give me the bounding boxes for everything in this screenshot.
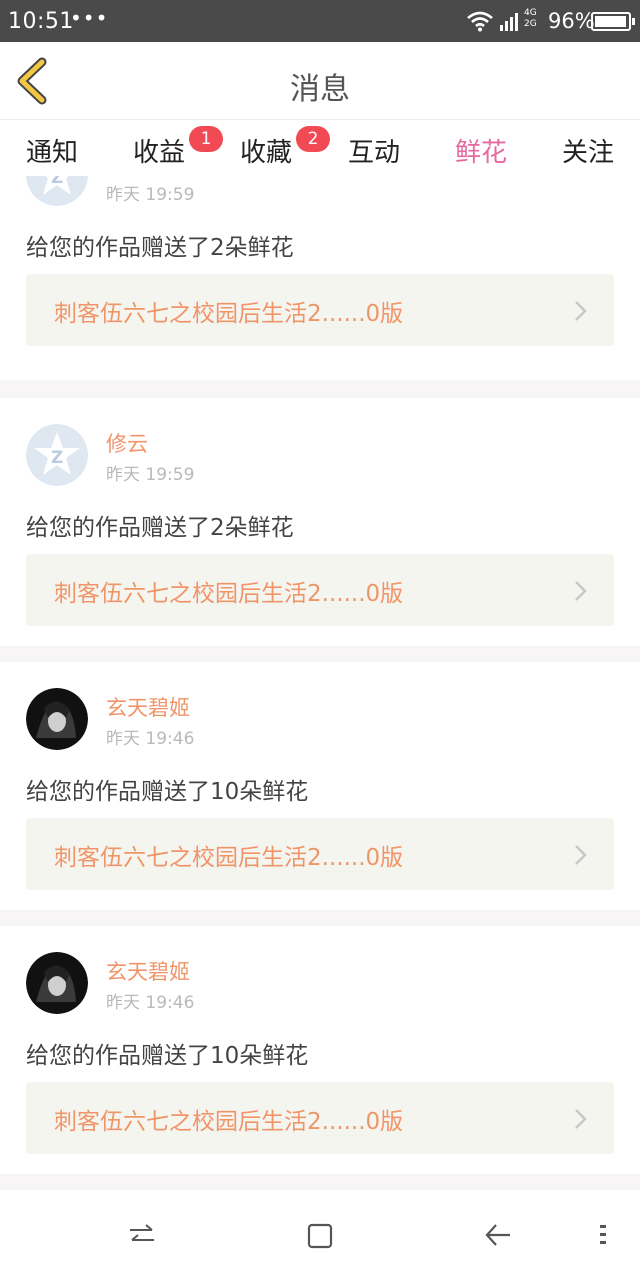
timestamp: 昨天 19:46: [106, 729, 195, 749]
list-item: Z 修云 昨天 19:59 给您的作品赠送了2朵鲜花 刺客伍六七之校园后生活2.…: [0, 398, 640, 646]
default-star-avatar-icon: Z: [26, 424, 88, 486]
dark-anime-avatar-icon: [26, 952, 88, 1014]
menu-icon[interactable]: [596, 1222, 610, 1248]
timestamp: 昨天 19:46: [106, 993, 195, 1013]
user-avatar[interactable]: [26, 952, 88, 1014]
work-link[interactable]: 刺客伍六七之校园后生活2......0版: [26, 1082, 614, 1154]
tab-flowers[interactable]: 鲜花: [455, 132, 507, 184]
work-title: 刺客伍六七之校园后生活2......0版: [54, 845, 404, 871]
list-item: Z 修云 昨天 19:59 给您的作品赠送了2朵鲜花 刺客伍六七之校园后生活2.…: [0, 176, 640, 380]
message-text: 给您的作品赠送了2朵鲜花: [26, 235, 294, 261]
home-square-icon[interactable]: [306, 1222, 334, 1250]
earnings-badge: 1: [189, 126, 224, 152]
tab-following[interactable]: 关注: [562, 132, 614, 169]
chevron-right-icon: [575, 581, 587, 601]
message-text: 给您的作品赠送了10朵鲜花: [26, 779, 309, 805]
back-nav-icon[interactable]: [484, 1222, 512, 1248]
status-bar: 10:51 ••• 4G 2G 96%: [0, 0, 640, 42]
switch-apps-icon[interactable]: [128, 1222, 156, 1248]
network-type: 4G 2G: [524, 8, 537, 29]
work-link[interactable]: 刺客伍六七之校园后生活2......0版: [26, 818, 614, 890]
user-avatar[interactable]: Z: [26, 424, 88, 486]
tab-earnings[interactable]: 收益 1: [133, 126, 224, 169]
username[interactable]: 玄天碧姬: [106, 956, 190, 986]
message-text: 给您的作品赠送了2朵鲜花: [26, 515, 294, 541]
tab-favorites[interactable]: 收藏 2: [240, 126, 331, 169]
favorites-badge: 2: [296, 126, 331, 152]
message-text: 给您的作品赠送了10朵鲜花: [26, 1043, 309, 1069]
wifi-icon: [467, 11, 493, 32]
chevron-right-icon: [575, 1109, 587, 1129]
username[interactable]: 修云: [106, 428, 148, 458]
work-title: 刺客伍六七之校园后生活2......0版: [54, 1109, 404, 1135]
tab-notifications[interactable]: 通知: [26, 132, 78, 169]
battery-icon: [591, 12, 635, 31]
page-title: 消息: [290, 72, 350, 107]
timestamp: 昨天 19:59: [106, 185, 195, 205]
default-star-avatar-icon: Z: [26, 176, 88, 206]
tab-bar: 通知 收益 1 收藏 2 互动 鲜花 关注: [0, 120, 640, 184]
notification-dots-icon: •••: [70, 6, 109, 30]
work-title: 刺客伍六七之校园后生活2......0版: [54, 301, 404, 327]
chevron-right-icon: [575, 845, 587, 865]
list-item: 玄天碧姬 昨天 19:46 给您的作品赠送了10朵鲜花 刺客伍六七之校园后生活2…: [0, 662, 640, 910]
battery-percent: 96%: [548, 9, 595, 33]
work-link[interactable]: 刺客伍六七之校园后生活2......0版: [26, 554, 614, 626]
list-item: 玄天碧姬 昨天 19:46 给您的作品赠送了10朵鲜花 刺客伍六七之校园后生活2…: [0, 926, 640, 1174]
system-nav-bar: [0, 1190, 640, 1280]
chevron-right-icon: [575, 301, 587, 321]
work-link[interactable]: 刺客伍六七之校园后生活2......0版: [26, 274, 614, 346]
user-avatar[interactable]: Z: [26, 176, 88, 206]
tab-interactions[interactable]: 互动: [348, 132, 400, 169]
header: 消息: [0, 42, 640, 120]
signal-icon: [500, 13, 518, 31]
work-title: 刺客伍六七之校园后生活2......0版: [54, 581, 404, 607]
flower-message-feed[interactable]: Z 修云 昨天 19:59 给您的作品赠送了2朵鲜花 刺客伍六七之校园后生活2.…: [0, 176, 640, 1190]
svg-text:Z: Z: [51, 448, 63, 468]
username[interactable]: 玄天碧姬: [106, 692, 190, 722]
dark-anime-avatar-icon: [26, 688, 88, 750]
timestamp: 昨天 19:59: [106, 465, 195, 485]
status-time: 10:51: [8, 9, 74, 34]
username[interactable]: 修云: [106, 176, 148, 178]
svg-text:Z: Z: [51, 176, 63, 188]
user-avatar[interactable]: [26, 688, 88, 750]
